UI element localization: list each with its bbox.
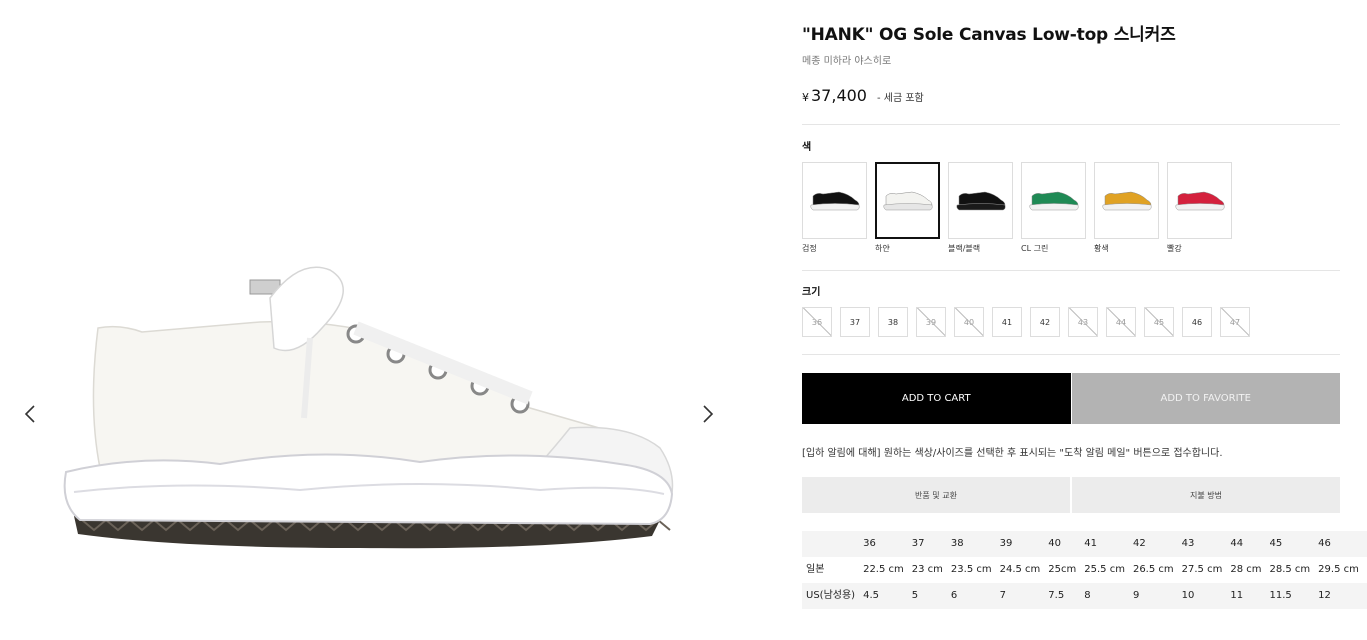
chevron-right-icon[interactable]	[696, 400, 720, 428]
color-label: 색	[802, 142, 812, 153]
color-swatch[interactable]: 검정	[802, 162, 867, 254]
size-chart-cell: 28.5 cm	[1269, 564, 1311, 575]
size-option[interactable]: 46	[1182, 307, 1212, 337]
size-chart-cell: 9	[1128, 583, 1178, 609]
size-chart-header-cell: 42	[1128, 531, 1178, 557]
size-chart-cell: 25.5 cm	[1084, 564, 1125, 575]
size-option[interactable]: 40	[954, 307, 984, 337]
color-swatch-label: 하얀	[875, 244, 890, 253]
size-option[interactable]: 37	[840, 307, 870, 337]
color-swatch[interactable]: 빨강	[1167, 162, 1232, 254]
size-chart-cell: 27.5 cm	[1181, 564, 1223, 575]
color-swatch[interactable]: 황색	[1094, 162, 1159, 254]
size-chart-cell: 29.5 cm	[1318, 564, 1359, 575]
color-swatches: 검정 하얀 블랙/블랙 CL 그린 황색 빨강	[802, 162, 1240, 254]
size-chart-cell: 23.5 cm	[950, 564, 992, 575]
size-chart-header-cell: 40	[1044, 531, 1081, 557]
size-options: 36 37 38 39 40 41 42 43 44 45 46 47	[802, 307, 1258, 337]
price: 37,400	[811, 86, 867, 105]
size-chart-cell: 22.5 cm	[863, 564, 904, 575]
size-chart-row: 일본 22.5 cm 23 cm 23.5 cm 24.5 cm 25cm 25.5 cm 2…	[802, 557, 1367, 583]
color-swatch-label: 검정	[802, 244, 817, 253]
divider	[802, 270, 1340, 271]
color-swatch[interactable]: 블랙/블랙	[948, 162, 1013, 254]
size-chart-header-cell: 36	[859, 531, 908, 557]
size-chart-cell: 7	[995, 583, 1045, 609]
color-swatch[interactable]: CL 그린	[1021, 162, 1086, 254]
size-option[interactable]: 41	[992, 307, 1022, 337]
tax-note: - 세금 포함	[876, 93, 924, 104]
color-swatch-image	[948, 162, 1013, 239]
tab-payment-methods[interactable]: 지불 방법	[1072, 477, 1340, 513]
price-currency: ¥	[802, 91, 809, 104]
size-chart-cell: 4.5	[859, 583, 908, 609]
size-chart-cell: 26.5 cm	[1132, 564, 1174, 575]
size-chart-cell: 30cm	[1363, 557, 1367, 583]
info-tabs: 반품 및 교환 지불 방법	[802, 477, 1340, 513]
divider	[802, 354, 1340, 355]
tab-returns-exchanges[interactable]: 반품 및 교환	[802, 477, 1070, 513]
size-chart-cell: 10	[1177, 583, 1227, 609]
size-chart-cell: 5	[907, 583, 947, 609]
color-swatch-image	[875, 162, 940, 239]
divider	[802, 124, 1340, 125]
size-chart-cell: 13	[1362, 583, 1367, 609]
color-swatch-label: 황색	[1094, 244, 1109, 253]
size-chart-cell: 8	[1080, 583, 1129, 609]
size-chart-header-cell: 46	[1314, 531, 1363, 557]
size-chart-cell: 11	[1226, 583, 1266, 609]
size-option[interactable]: 43	[1068, 307, 1098, 337]
size-chart-cell: 28 cm	[1230, 564, 1262, 575]
product-image	[63, 266, 674, 549]
size-chart-header-row: 363738394041424344454647	[802, 531, 1367, 557]
size-chart-cell: 일본	[806, 564, 825, 575]
color-swatch-label: 블랙/블랙	[948, 244, 981, 253]
restock-notice: [입하 알림에 대해] 원하는 색상/사이즈를 선택한 후 표시되는 "도착 알…	[802, 448, 1223, 459]
size-chart-header-cell: 38	[946, 531, 996, 557]
color-swatch-label: 빨강	[1167, 244, 1182, 253]
size-chart-row: US(남성용)4.55677.589101111.51213	[802, 583, 1367, 609]
size-option[interactable]: 47	[1220, 307, 1250, 337]
size-chart-table: 363738394041424344454647 일본 22.5 cm 23 cm 23…	[802, 531, 1367, 609]
size-chart-header-cell: 44	[1226, 531, 1266, 557]
size-label: 크기	[802, 287, 821, 298]
size-chart-header-cell: 41	[1080, 531, 1129, 557]
price-row: ¥ 37,400 - 세금 포함	[802, 86, 924, 105]
brand-name: 메종 미하라 야스히로	[802, 56, 892, 67]
size-option[interactable]: 45	[1144, 307, 1174, 337]
product-gallery	[0, 0, 740, 640]
size-chart-cell: 11.5	[1265, 583, 1315, 609]
size-chart-cell: 25cm	[1048, 564, 1077, 575]
size-option[interactable]: 38	[878, 307, 908, 337]
size-option[interactable]: 44	[1106, 307, 1136, 337]
add-to-cart-button[interactable]: ADD TO CART	[802, 373, 1071, 424]
color-swatch-label: CL 그린	[1021, 244, 1049, 253]
size-chart-cell: US(남성용)	[802, 583, 860, 609]
size-chart-header-cell	[802, 531, 860, 557]
size-option[interactable]: 42	[1030, 307, 1060, 337]
size-option[interactable]: 36	[802, 307, 832, 337]
color-swatch-image	[1094, 162, 1159, 239]
size-option[interactable]: 39	[916, 307, 946, 337]
size-chart-header-cell: 43	[1177, 531, 1227, 557]
product-title: "HANK" OG Sole Canvas Low-top 스니커즈	[802, 25, 1176, 45]
chevron-left-icon[interactable]	[18, 400, 42, 428]
size-chart-cell: 6	[946, 583, 996, 609]
size-chart-header-cell: 45	[1265, 531, 1315, 557]
color-swatch-image	[1167, 162, 1232, 239]
color-swatch-image	[802, 162, 867, 239]
add-to-favorite-button[interactable]: ADD TO FAVORITE	[1071, 373, 1340, 424]
color-swatch-image	[1021, 162, 1086, 239]
color-swatch[interactable]: 하얀	[875, 162, 940, 254]
size-chart-header-cell: 37	[907, 531, 947, 557]
size-chart-cell: 7.5	[1044, 583, 1081, 609]
size-chart-cell: 23 cm	[911, 564, 943, 575]
size-chart-header-cell: 39	[995, 531, 1045, 557]
size-chart-cell: 12	[1314, 583, 1363, 609]
size-chart-header-cell: 47	[1362, 531, 1367, 557]
action-buttons: ADD TO CART ADD TO FAVORITE	[802, 373, 1340, 424]
size-chart-cell: 24.5 cm	[999, 564, 1041, 575]
